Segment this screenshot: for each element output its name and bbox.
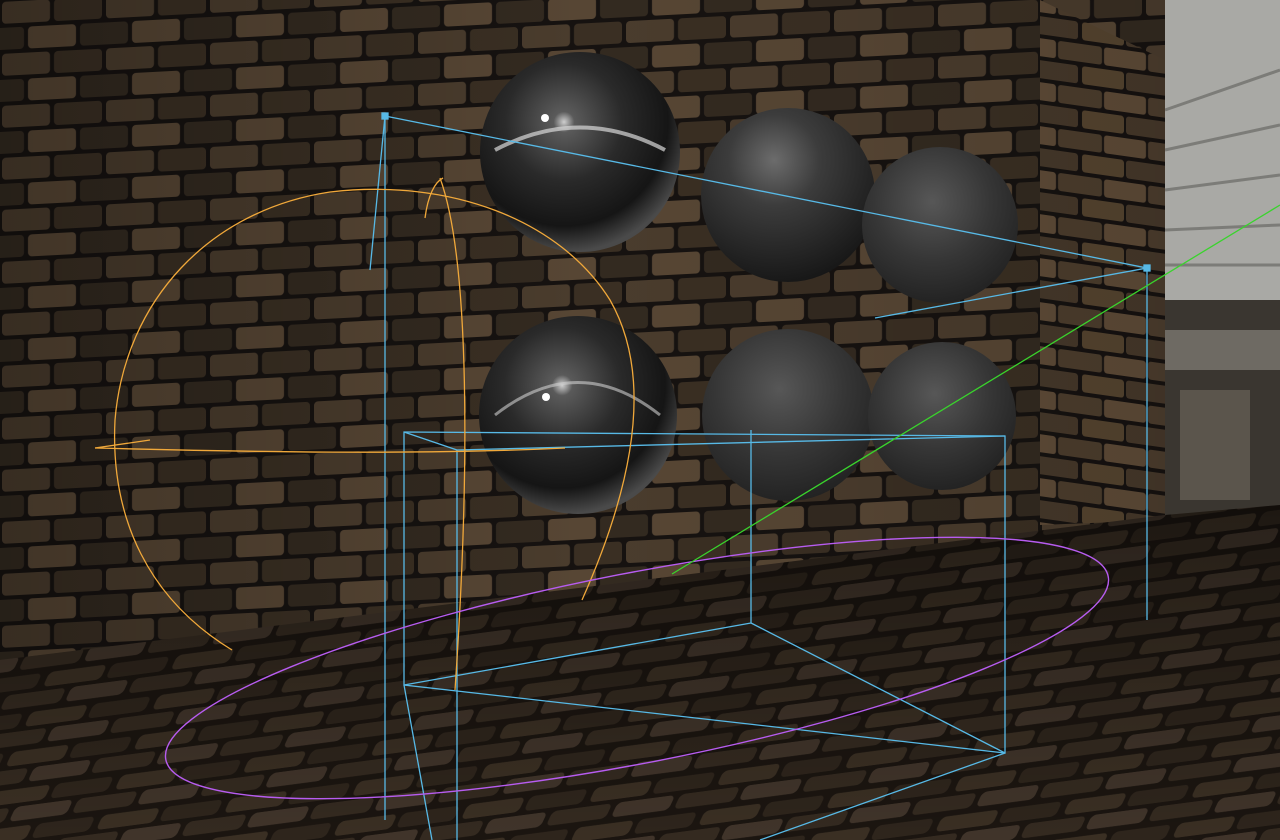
scene-canvas[interactable]	[0, 0, 1280, 840]
sphere-matte-top[interactable]	[701, 108, 875, 282]
sphere-chrome-bottom[interactable]	[479, 316, 677, 514]
sphere-matte-bottom[interactable]	[702, 329, 874, 501]
probe-handle-right[interactable]	[1143, 264, 1151, 272]
probe-handle-left[interactable]	[381, 112, 389, 120]
sphere-rough-bottom[interactable]	[868, 342, 1016, 490]
scene-viewport[interactable]	[0, 0, 1280, 840]
sphere-rough-top[interactable]	[862, 147, 1018, 303]
sphere-chrome-top[interactable]	[480, 52, 680, 252]
